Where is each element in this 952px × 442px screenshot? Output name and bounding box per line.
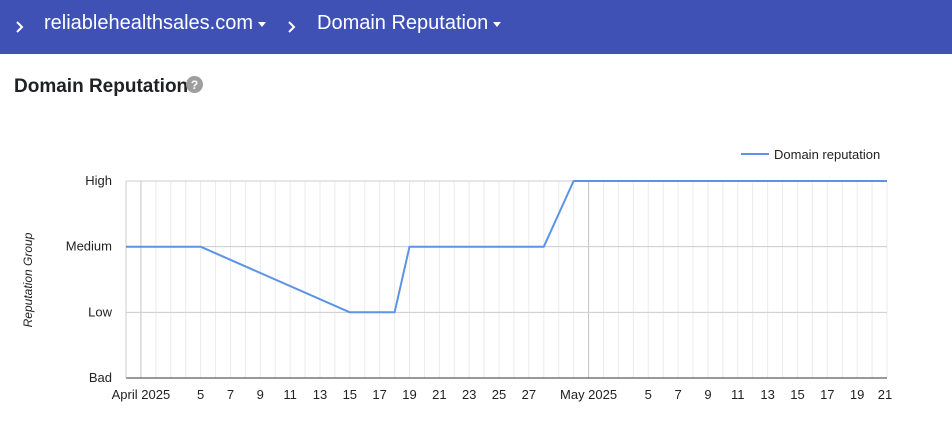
x-tick-label: 11	[731, 387, 745, 402]
x-tick-label: 13	[313, 387, 327, 402]
page-title: Domain Reputation	[14, 76, 189, 97]
chevron-right-icon	[16, 21, 24, 33]
x-tick-label: 5	[197, 387, 204, 402]
domain-selector-label: reliablehealthsales.com	[44, 12, 254, 34]
x-tick-label: 9	[257, 387, 264, 402]
x-tick-label: 21	[878, 387, 892, 402]
y-axis: Bad Low Medium High	[66, 173, 113, 385]
x-tick-label: 17	[820, 387, 834, 402]
x-tick-label: 21	[432, 387, 446, 402]
help-circle-icon[interactable]: ?	[186, 76, 203, 93]
x-tick-label: 15	[790, 387, 804, 402]
x-tick-label: May 2025	[560, 387, 617, 402]
x-tick-label: 23	[462, 387, 476, 402]
top-bar: reliablehealthsales.com Domain Reputatio…	[0, 0, 952, 54]
x-tick-label: 5	[645, 387, 652, 402]
y-tick-label: High	[85, 173, 112, 188]
y-tick-label: Low	[88, 304, 112, 319]
x-tick-label: 25	[492, 387, 506, 402]
legend-label: Domain reputation	[774, 147, 880, 162]
x-tick-label: 11	[283, 387, 297, 402]
chevron-right-icon	[288, 21, 296, 33]
x-tick-label: 19	[402, 387, 416, 402]
x-axis: April 2025 5 7 9 11 13 15 17 19 21 23 25 27 May 2025 5…	[112, 387, 893, 402]
x-tick-label: 27	[522, 387, 536, 402]
x-tick-label: 15	[343, 387, 357, 402]
section-selector-label: Domain Reputation	[317, 12, 489, 34]
x-tick-label: 7	[674, 387, 681, 402]
grid-layer	[125, 180, 888, 379]
caret-down-icon	[258, 21, 267, 27]
section-selector[interactable]: Domain Reputation	[317, 11, 502, 35]
x-tick-label: 13	[760, 387, 774, 402]
x-tick-label: 7	[227, 387, 234, 402]
x-tick-label: 19	[850, 387, 864, 402]
reputation-chart: Bad Low Medium High April 2025 5 7 9 11 13 15 17 19…	[21, 147, 893, 402]
x-tick-label: April 2025	[112, 387, 171, 402]
x-tick-label: 9	[704, 387, 711, 402]
caret-down-icon	[493, 21, 502, 27]
x-tick-label: 17	[372, 387, 386, 402]
legend: Domain reputation	[741, 147, 880, 162]
y-tick-label: Medium	[66, 239, 112, 254]
domain-selector[interactable]: reliablehealthsales.com	[44, 11, 267, 35]
y-axis-label: Reputation Group	[21, 232, 35, 327]
svg-text:?: ?	[191, 78, 198, 92]
y-tick-label: Bad	[89, 370, 112, 385]
